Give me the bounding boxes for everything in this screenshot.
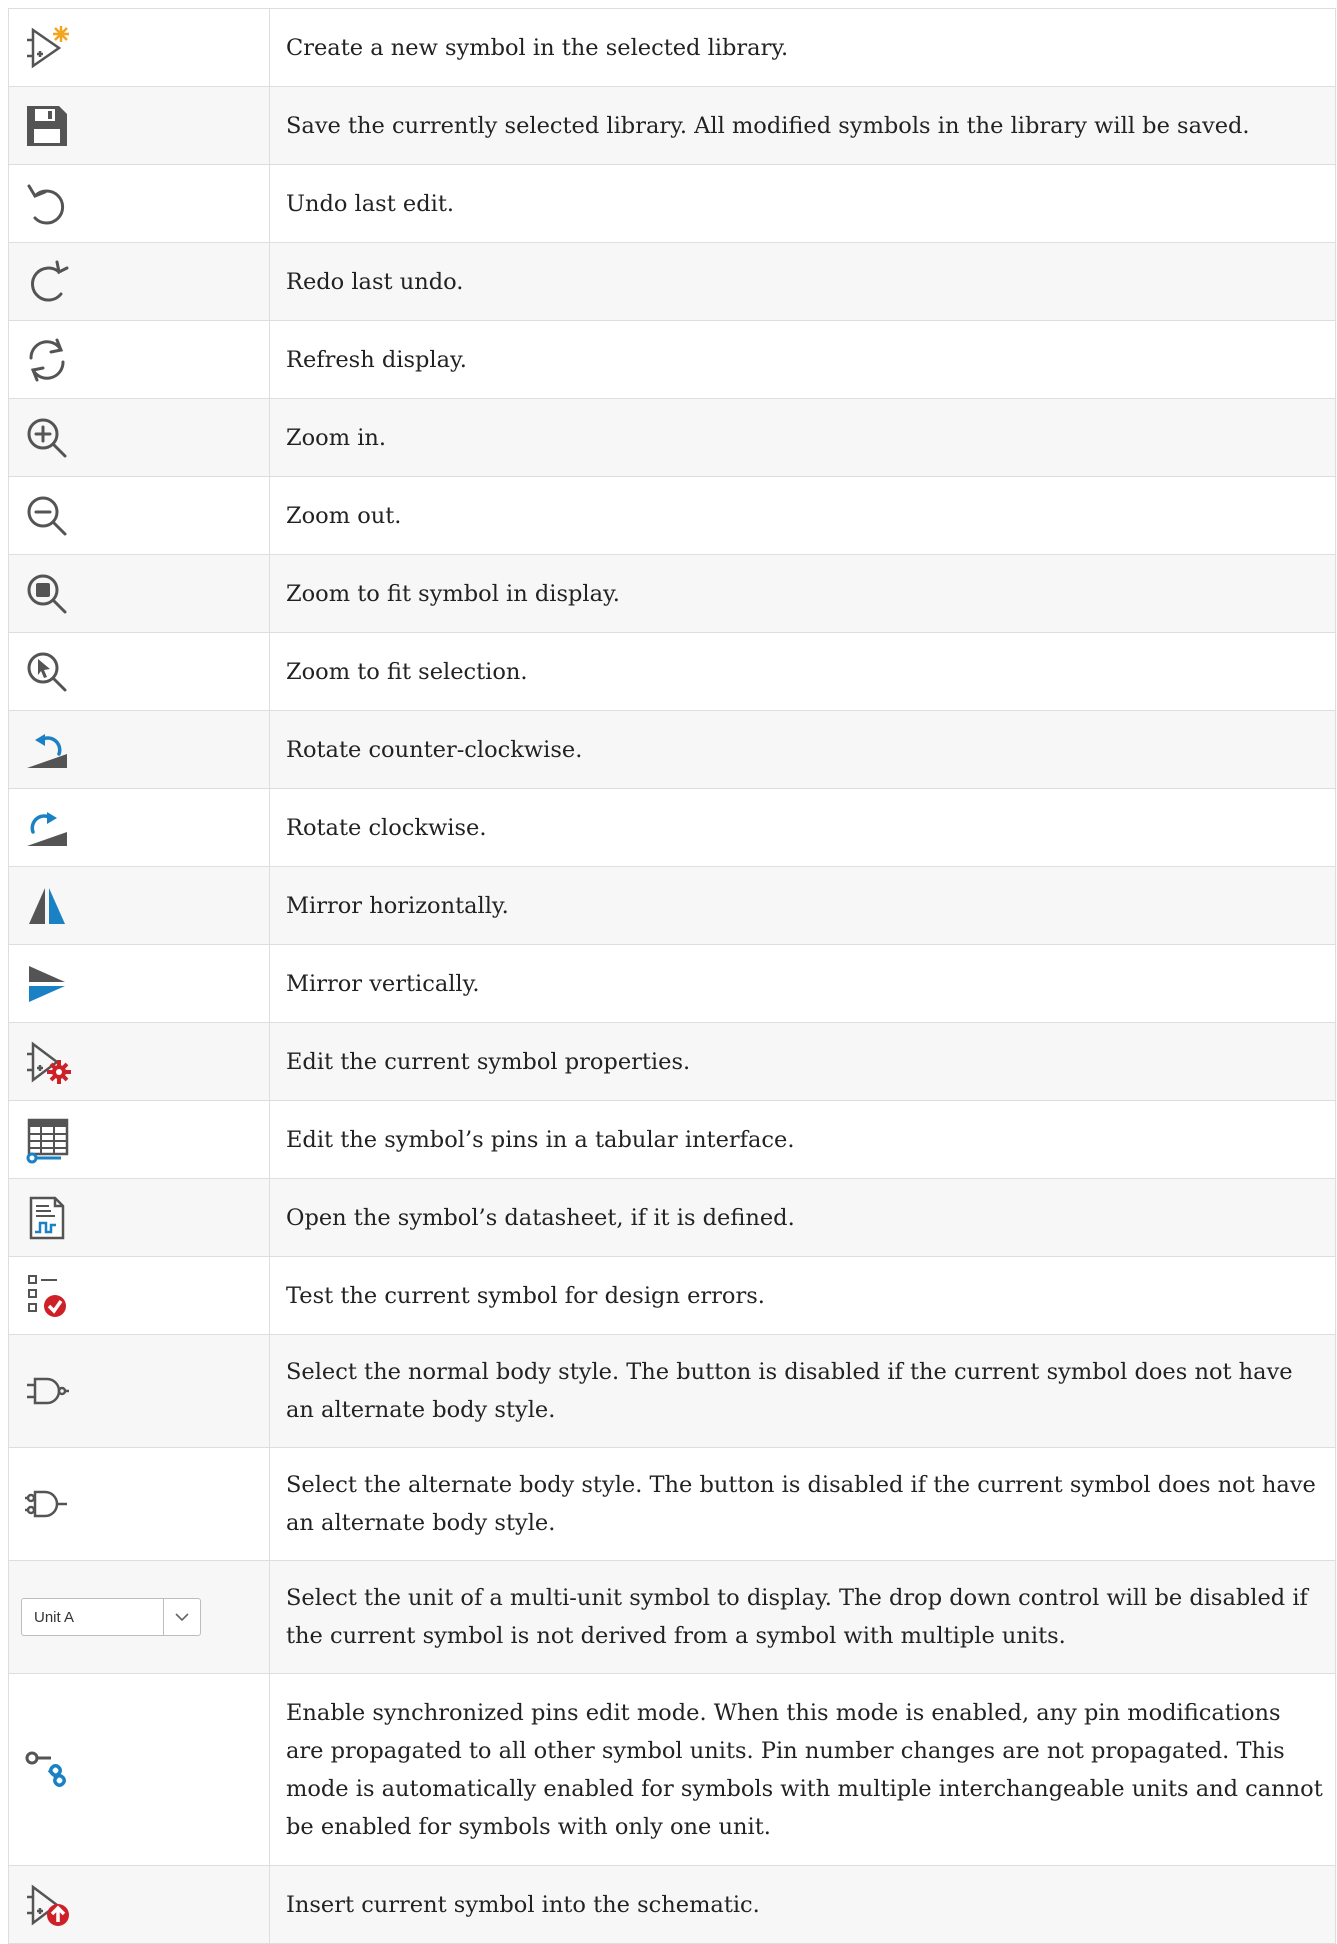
table-row: Open the symbol’s datasheet, if it is de…	[8, 1178, 1336, 1257]
rotate-cw-icon	[21, 802, 73, 854]
description-cell: Edit the symbol’s pins in a tabular inte…	[269, 1100, 1336, 1179]
description-cell: Save the currently selected library. All…	[269, 86, 1336, 165]
description-cell: Zoom in.	[269, 398, 1336, 477]
description-cell: Select the normal body style. The button…	[269, 1334, 1336, 1448]
icon-cell	[8, 632, 270, 711]
icon-cell	[8, 164, 270, 243]
refresh-icon	[21, 334, 73, 386]
table-row: Undo last edit.	[8, 164, 1336, 243]
table-row: Zoom out.	[8, 476, 1336, 555]
save-icon	[21, 100, 73, 152]
icon-cell	[8, 1447, 270, 1561]
description-cell: Select the unit of a multi-unit symbol t…	[269, 1560, 1336, 1674]
symbol-properties-icon	[21, 1036, 73, 1088]
icon-cell	[8, 86, 270, 165]
icon-cell	[8, 1100, 270, 1179]
icon-cell	[8, 1334, 270, 1448]
icon-cell	[8, 1022, 270, 1101]
description-cell: Rotate counter-clockwise.	[269, 710, 1336, 789]
mirror-horizontal-icon	[21, 880, 73, 932]
icon-cell	[8, 554, 270, 633]
table-row: Zoom in.	[8, 398, 1336, 477]
table-row: Insert current symbol into the schematic…	[8, 1865, 1336, 1944]
table-row: Redo last undo.	[8, 242, 1336, 321]
table-row: Rotate counter-clockwise.	[8, 710, 1336, 789]
toolbar-reference-table: Create a new symbol in the selected libr…	[8, 8, 1336, 1944]
icon-cell	[8, 1256, 270, 1335]
icon-cell	[8, 866, 270, 945]
zoom-in-icon	[21, 412, 73, 464]
description-cell: Undo last edit.	[269, 164, 1336, 243]
rotate-ccw-icon	[21, 724, 73, 776]
undo-icon	[21, 178, 73, 230]
unit-select-value: Unit A	[34, 1608, 75, 1626]
description-cell: Select the alternate body style. The but…	[269, 1447, 1336, 1561]
table-row: Create a new symbol in the selected libr…	[8, 8, 1336, 87]
zoom-fit-icon	[21, 568, 73, 620]
chevron-down-icon	[163, 1599, 200, 1635]
table-row: Mirror vertically.	[8, 944, 1336, 1023]
zoom-out-icon	[21, 490, 73, 542]
sync-pins-icon	[21, 1744, 73, 1796]
table-row: Edit the current symbol properties.	[8, 1022, 1336, 1101]
table-row: Edit the symbol’s pins in a tabular inte…	[8, 1100, 1336, 1179]
icon-cell	[8, 398, 270, 477]
table-row: Select the normal body style. The button…	[8, 1334, 1336, 1448]
table-row: Zoom to fit selection.	[8, 632, 1336, 711]
icon-cell	[8, 1865, 270, 1944]
description-cell: Edit the current symbol properties.	[269, 1022, 1336, 1101]
description-cell: Zoom to fit selection.	[269, 632, 1336, 711]
table-row: Save the currently selected library. All…	[8, 86, 1336, 165]
check-errors-icon	[21, 1270, 73, 1322]
insert-symbol-icon	[21, 1879, 73, 1931]
description-cell: Refresh display.	[269, 320, 1336, 399]
table-row: Zoom to fit symbol in display.	[8, 554, 1336, 633]
description-cell: Open the symbol’s datasheet, if it is de…	[269, 1178, 1336, 1257]
description-cell: Mirror vertically.	[269, 944, 1336, 1023]
unit-select[interactable]: Unit A	[21, 1598, 201, 1636]
description-cell: Zoom out.	[269, 476, 1336, 555]
table-row: Mirror horizontally.	[8, 866, 1336, 945]
icon-cell	[8, 1178, 270, 1257]
table-row: Select the alternate body style. The but…	[8, 1447, 1336, 1561]
icon-cell	[8, 8, 270, 87]
icon-cell	[8, 1673, 270, 1866]
normal-body-style-icon	[21, 1365, 73, 1417]
redo-icon	[21, 256, 73, 308]
icon-cell	[8, 710, 270, 789]
description-cell: Rotate clockwise.	[269, 788, 1336, 867]
description-cell: Create a new symbol in the selected libr…	[269, 8, 1336, 87]
mirror-vertical-icon	[21, 958, 73, 1010]
icon-cell	[8, 944, 270, 1023]
description-cell: Mirror horizontally.	[269, 866, 1336, 945]
icon-cell: Unit A	[8, 1560, 270, 1674]
description-cell: Zoom to fit symbol in display.	[269, 554, 1336, 633]
zoom-selection-icon	[21, 646, 73, 698]
table-row: Unit A Select the unit of a multi-unit s…	[8, 1560, 1336, 1674]
alternate-body-style-icon	[21, 1478, 73, 1530]
table-row: Enable synchronized pins edit mode. When…	[8, 1673, 1336, 1866]
description-cell: Enable synchronized pins edit mode. When…	[269, 1673, 1336, 1866]
icon-cell	[8, 242, 270, 321]
table-row: Refresh display.	[8, 320, 1336, 399]
description-cell: Insert current symbol into the schematic…	[269, 1865, 1336, 1944]
description-cell: Redo last undo.	[269, 242, 1336, 321]
icon-cell	[8, 476, 270, 555]
pin-table-icon	[21, 1114, 73, 1166]
new-symbol-icon	[21, 22, 73, 74]
icon-cell	[8, 320, 270, 399]
datasheet-icon	[21, 1192, 73, 1244]
icon-cell	[8, 788, 270, 867]
table-row: Rotate clockwise.	[8, 788, 1336, 867]
description-cell: Test the current symbol for design error…	[269, 1256, 1336, 1335]
table-row: Test the current symbol for design error…	[8, 1256, 1336, 1335]
